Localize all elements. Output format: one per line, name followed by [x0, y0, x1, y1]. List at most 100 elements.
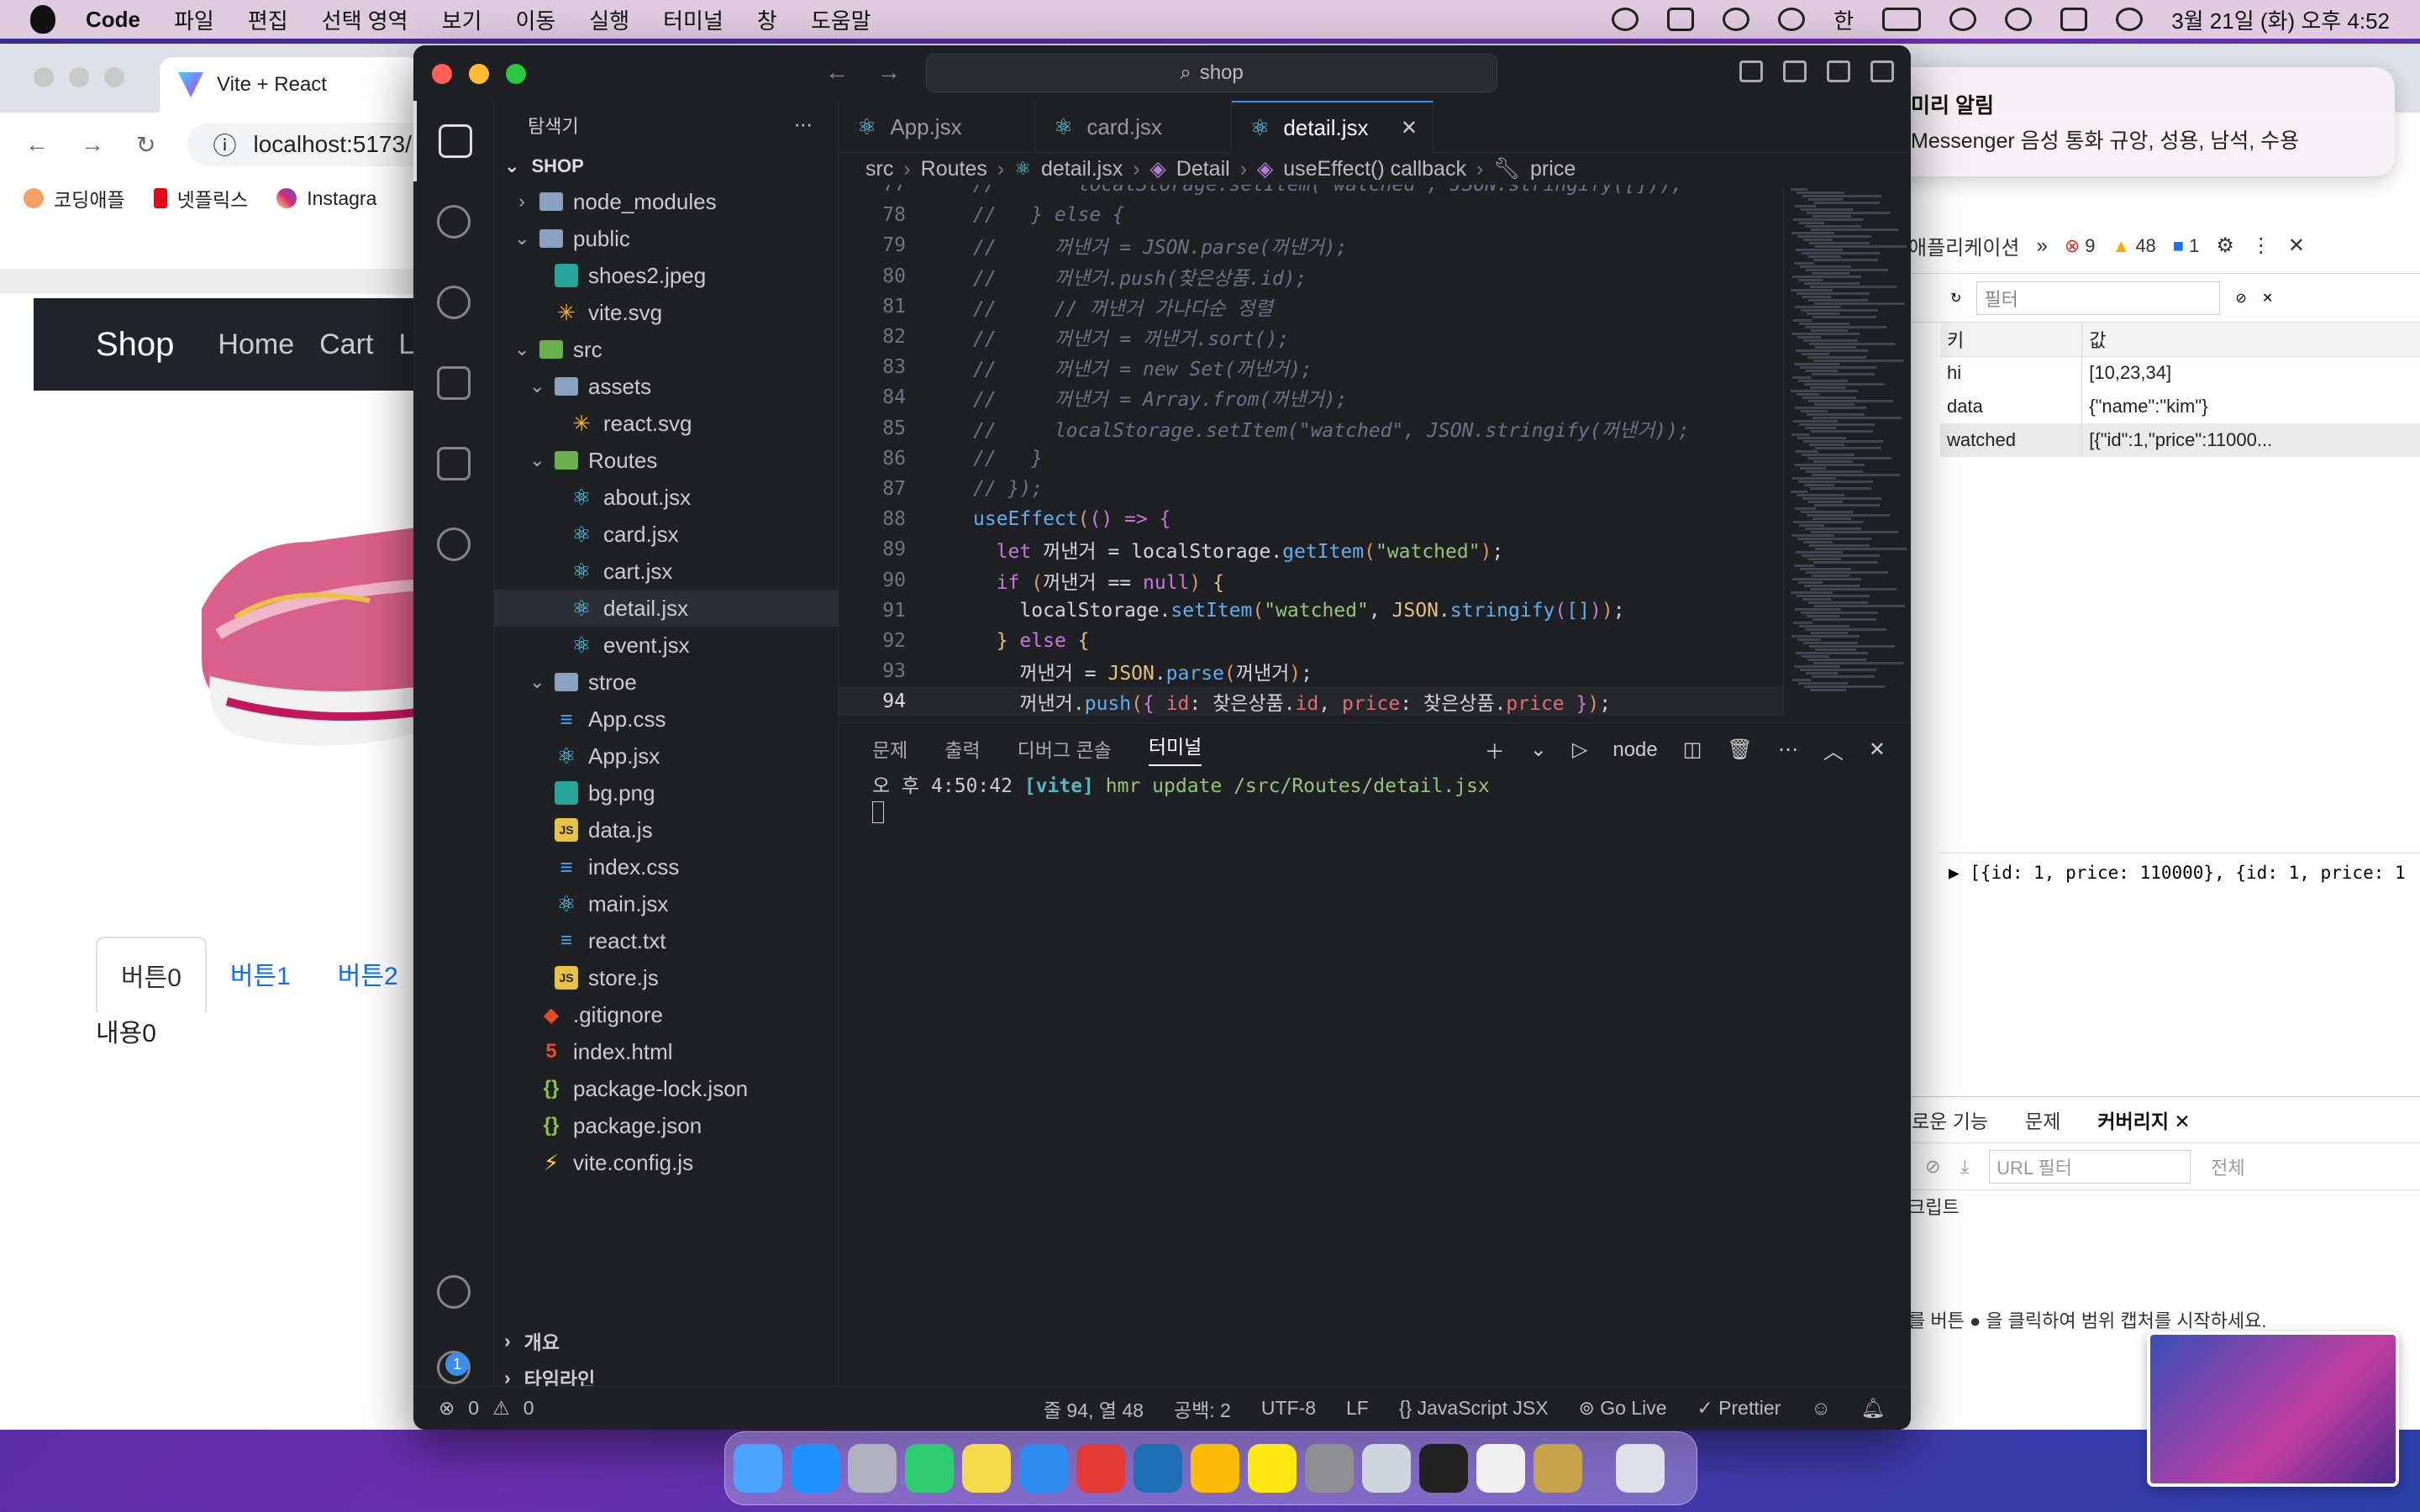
accounts-activity[interactable] — [413, 1252, 494, 1332]
close-button[interactable] — [432, 64, 452, 84]
minimap[interactable] — [1783, 185, 1909, 716]
more-actions-icon[interactable]: ⋯ — [794, 114, 813, 136]
more-actions-icon[interactable]: ⋯ — [1778, 738, 1798, 762]
battery-icon[interactable] — [1882, 8, 1922, 31]
tree-file[interactable]: ◆ .gitignore — [494, 996, 838, 1033]
bookmark-item[interactable]: 코딩애플 — [24, 184, 125, 213]
site-info-icon[interactable]: ⓘ — [213, 128, 236, 161]
tree-file[interactable]: 5 index.html — [494, 1033, 838, 1070]
breadcrumb-item[interactable]: Routes — [921, 157, 987, 181]
menu-window[interactable]: 창 — [757, 4, 777, 35]
column-value[interactable]: 값 — [2081, 323, 2420, 357]
headphones-icon[interactable] — [1778, 8, 1806, 31]
tree-file[interactable]: {} package-lock.json — [494, 1070, 838, 1107]
panel-tab-output[interactable]: 출력 — [944, 734, 980, 763]
kakaotalk-icon[interactable] — [1248, 1444, 1297, 1493]
breadcrumb-item[interactable]: src — [865, 157, 893, 181]
code-line[interactable]: 89 let 꺼낸거 = localStorage.getItem("watch… — [839, 534, 1911, 564]
more-tabs-icon[interactable]: » — [2036, 234, 2047, 258]
code-line[interactable]: 87 // }); — [839, 474, 1911, 504]
split-terminal-icon[interactable]: ◫ — [1683, 738, 1702, 762]
extensions-activity[interactable] — [413, 423, 494, 504]
code-line[interactable]: 84 // 꺼낸거 = Array.from(꺼낸거); — [839, 382, 1911, 412]
nav-home[interactable]: Home — [218, 328, 294, 361]
go-forward-icon[interactable]: → — [877, 59, 901, 86]
cursor-position[interactable]: 줄 94, 열 48 — [1044, 1394, 1144, 1423]
tab-detail-jsx[interactable]: ⚛ detail.jsx ✕ — [1232, 101, 1434, 153]
tree-folder[interactable]: ⌄ stroe — [494, 664, 838, 701]
run-debug-activity[interactable] — [413, 343, 494, 423]
media-player-icon[interactable] — [1076, 1444, 1125, 1493]
finder-icon[interactable] — [734, 1444, 782, 1493]
trash-icon[interactable] — [1616, 1444, 1665, 1493]
system-settings-icon[interactable] — [1305, 1444, 1354, 1493]
table-row-selected[interactable]: watched [{"id":1,"price":11000... — [1940, 423, 2420, 457]
error-count[interactable]: ⊗ 9 — [2065, 235, 2096, 257]
menu-edit[interactable]: 편집 — [248, 4, 288, 35]
address-bar[interactable]: ⓘ localhost:5173/ — [187, 123, 440, 166]
tree-file[interactable]: ≡ index.css — [494, 848, 838, 885]
breadcrumb-item[interactable]: useEffect() callback — [1283, 157, 1466, 181]
status-problems[interactable]: ⊗ 0 ⚠ 0 — [413, 1397, 534, 1420]
browser-tab[interactable]: Vite + React — [160, 57, 420, 113]
code-line[interactable]: 92 } else { — [839, 626, 1911, 656]
tree-file[interactable]: JS data.js — [494, 811, 838, 848]
close-tab-icon[interactable]: ✕ — [2174, 1110, 2190, 1132]
back-icon[interactable]: ← — [25, 131, 49, 158]
code-line[interactable]: 79 // 꺼낸거 = JSON.parse(꺼낸거); — [839, 230, 1911, 260]
menu-run[interactable]: 실행 — [589, 4, 629, 35]
git-graph-activity[interactable] — [413, 504, 494, 585]
search-activity[interactable] — [413, 181, 494, 262]
apple-icon[interactable] — [30, 5, 55, 34]
tree-file[interactable]: ✳ react.svg — [494, 405, 838, 442]
code-line[interactable]: 78 // } else { — [839, 200, 1911, 230]
league-icon[interactable] — [1534, 1444, 1582, 1493]
nav-cart[interactable]: Cart — [319, 328, 373, 361]
tree-file[interactable]: ⚛ event.jsx — [494, 627, 838, 664]
tree-folder[interactable]: ⌄ public — [494, 220, 838, 257]
value-preview[interactable]: ▶ [{id: 1, price: 110000}, {id: 1, price… — [1940, 853, 2420, 891]
drawer-tab-whats-new[interactable]: 로운 기능 — [1912, 1105, 1988, 1134]
close-panel-icon[interactable]: ✕ — [1869, 738, 1886, 762]
tree-folder[interactable]: ⌄ assets — [494, 368, 838, 405]
new-terminal-icon[interactable]: ＋ — [1485, 735, 1505, 764]
table-row[interactable]: hi [10,23,34] — [1940, 356, 2420, 390]
search-icon[interactable] — [2005, 8, 2033, 31]
tab-button-0[interactable]: 버튼0 — [96, 937, 207, 1012]
code-line[interactable]: 81 // // 꺼낸거 가나다순 정렬 — [839, 291, 1911, 322]
chevron-down-icon[interactable]: ⌄ — [1530, 738, 1547, 762]
tree-file[interactable]: JS store.js — [494, 959, 838, 996]
tree-file[interactable]: ≡ App.css — [494, 701, 838, 738]
tab-card-jsx[interactable]: ⚛ card.jsx — [1035, 101, 1232, 153]
explorer-activity[interactable] — [413, 101, 494, 181]
menu-terminal[interactable]: 터미널 — [663, 4, 723, 35]
tree-file[interactable]: ≡ react.txt — [494, 922, 838, 959]
control-center-icon[interactable] — [2060, 8, 2088, 31]
drawer-tab-issues[interactable]: 문제 — [2025, 1105, 2060, 1134]
feedback-icon[interactable]: ☺ — [1811, 1397, 1830, 1420]
terminal-shell-label[interactable]: node — [1612, 738, 1657, 762]
panel-tab-debug-console[interactable]: 디버그 콘솔 — [1018, 734, 1112, 763]
indentation[interactable]: 공백: 2 — [1174, 1394, 1231, 1423]
tree-file[interactable]: {} package.json — [494, 1107, 838, 1144]
tree-file[interactable]: ⚛ cart.jsx — [494, 553, 838, 590]
code-line[interactable]: 85 // localStorage.setItem("watched", JSO… — [839, 413, 1911, 444]
code-line[interactable]: 77 // localStorage.setItem("watched", JSO… — [839, 185, 1911, 200]
sidebar-icon[interactable] — [1667, 8, 1695, 31]
breadcrumb-item[interactable]: price — [1530, 157, 1576, 181]
bookmark-item[interactable]: 넷플릭스 — [153, 184, 248, 213]
safari-icon[interactable] — [1019, 1444, 1068, 1493]
settings-gear-icon[interactable]: ⚙ — [2216, 234, 2234, 258]
menu-selection[interactable]: 선택 영역 — [322, 4, 408, 35]
warning-count[interactable]: ▲ 48 — [2112, 235, 2156, 257]
tree-folder[interactable]: › node_modules — [494, 183, 838, 220]
language-mode[interactable]: {} JavaScript JSX — [1399, 1397, 1549, 1420]
siri-icon[interactable] — [2116, 8, 2144, 31]
tree-file[interactable]: shoes2.jpeg — [494, 257, 838, 294]
wifi-icon[interactable] — [1949, 8, 1977, 31]
menu-clock[interactable]: 3월 21일 (화) 오후 4:52 — [2171, 4, 2390, 35]
code-line[interactable]: 82 // 꺼낸거 = 꺼낸거.sort(); — [839, 322, 1911, 352]
column-key[interactable]: 키 — [1940, 323, 2083, 357]
vscode-icon[interactable] — [1134, 1444, 1182, 1493]
code-line[interactable]: 90 if (꺼낸거 == null) { — [839, 564, 1911, 595]
